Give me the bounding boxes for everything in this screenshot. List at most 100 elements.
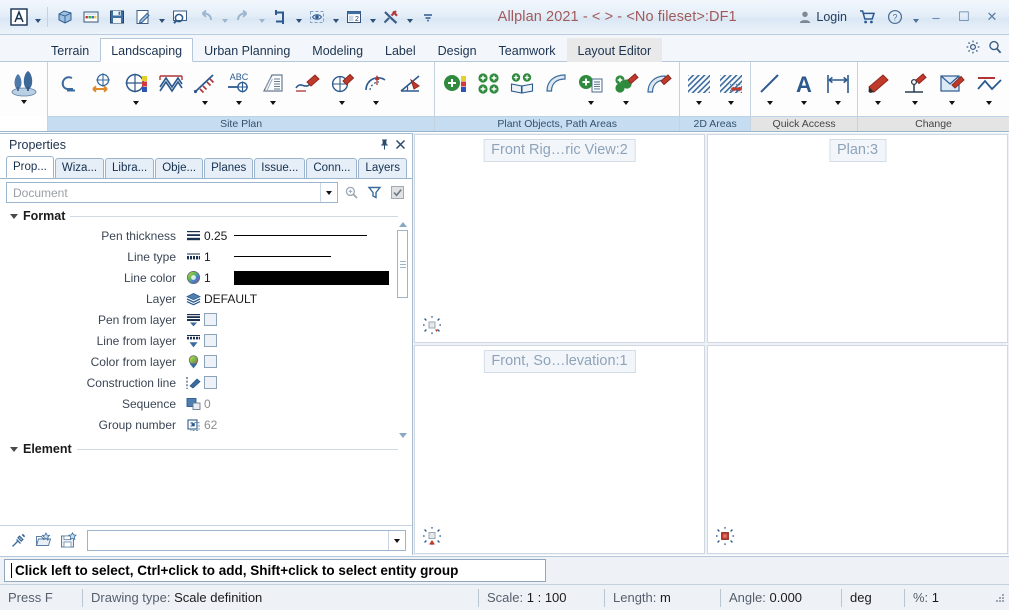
checkbox[interactable] xyxy=(204,334,217,347)
building-site-button[interactable] xyxy=(256,65,290,110)
tab-connect[interactable]: Conn... xyxy=(306,158,358,178)
abc-label-button[interactable]: ABC xyxy=(222,65,256,110)
refresh-dropdown-icon[interactable] xyxy=(293,4,304,30)
plant-list-button[interactable] xyxy=(574,65,608,110)
tab-landscaping[interactable]: Landscaping xyxy=(100,38,194,62)
allplan-logo-icon[interactable] xyxy=(6,4,32,30)
chevron-down-icon[interactable] xyxy=(388,531,405,550)
angle-unit[interactable]: deg xyxy=(842,585,904,610)
refresh-icon[interactable] xyxy=(267,4,293,30)
building-caret-icon[interactable] xyxy=(269,99,276,109)
undo-icon[interactable] xyxy=(193,4,219,30)
hatching-button[interactable] xyxy=(683,65,715,110)
modify-symbol-button[interactable] xyxy=(325,65,359,110)
section-caret-icon[interactable] xyxy=(201,99,208,109)
length-unit[interactable]: Length: m xyxy=(605,585,720,610)
pattern-fill-caret-icon[interactable] xyxy=(728,99,735,109)
tab-library[interactable]: Libra... xyxy=(105,158,155,178)
property-row-construction-line[interactable]: Construction line xyxy=(0,372,412,393)
viewport-elevation[interactable]: Front, So…levation:1 xyxy=(414,345,705,554)
tab-objects[interactable]: Obje... xyxy=(155,158,204,178)
viewport-free[interactable] xyxy=(707,345,1008,554)
property-row-pen-thickness[interactable]: Pen thickness 0.25 xyxy=(0,225,412,246)
edit-document-icon[interactable] xyxy=(130,4,156,30)
property-row-group-number[interactable]: Group number 62 xyxy=(0,414,412,435)
tools-dropdown-icon[interactable] xyxy=(404,4,415,30)
modify-format-caret-icon[interactable] xyxy=(949,99,955,109)
modify-arc-caret-icon[interactable] xyxy=(372,99,379,109)
checkbox[interactable] xyxy=(204,355,217,368)
scrollbar-thumb[interactable] xyxy=(397,230,408,298)
compass-red-triangle-icon[interactable] xyxy=(422,526,442,546)
help-circle-icon[interactable]: ? xyxy=(882,6,908,28)
text-tool-caret-icon[interactable] xyxy=(801,99,808,109)
abc-label-caret-icon[interactable] xyxy=(235,99,242,109)
modify-plant-button[interactable] xyxy=(609,65,643,110)
tab-urban-planning[interactable]: Urban Planning xyxy=(193,38,301,62)
customize-qat-icon[interactable] xyxy=(415,4,441,30)
eraser-button[interactable] xyxy=(861,65,895,110)
tab-modeling[interactable]: Modeling xyxy=(301,38,374,62)
color-palette-icon[interactable] xyxy=(78,4,104,30)
modify-arc-button[interactable] xyxy=(359,65,393,110)
shopping-cart-icon[interactable] xyxy=(854,6,880,28)
property-row-layer[interactable]: Layer DEFAULT xyxy=(0,288,412,309)
checkbox[interactable] xyxy=(204,313,217,326)
search-input[interactable]: Document xyxy=(6,182,338,203)
tools-icon[interactable] xyxy=(378,4,404,30)
text-tool-button[interactable]: A xyxy=(788,65,820,110)
properties-scrollbar[interactable] xyxy=(396,219,409,441)
resize-grip-icon[interactable] xyxy=(993,591,1007,605)
tab-issues[interactable]: Issue... xyxy=(254,158,306,178)
close-icon[interactable] xyxy=(392,137,408,153)
checkbox[interactable] xyxy=(204,376,217,389)
add-plant-button[interactable] xyxy=(438,65,472,110)
new-project-icon[interactable] xyxy=(52,4,78,30)
allplan-menu-dropdown-icon[interactable] xyxy=(32,4,43,30)
scroll-down-arrow-icon[interactable] xyxy=(396,430,409,441)
tab-design[interactable]: Design xyxy=(427,38,488,62)
tab-terrain[interactable]: Terrain xyxy=(40,38,100,62)
modify-plant-caret-icon[interactable] xyxy=(622,99,629,109)
tab-teamwork[interactable]: Teamwork xyxy=(488,38,567,62)
path-area-button[interactable] xyxy=(539,65,573,110)
chevron-down-icon[interactable] xyxy=(320,183,337,202)
maximize-button[interactable]: ☐ xyxy=(951,6,977,28)
minimize-button[interactable]: – xyxy=(923,6,949,28)
section-header-element[interactable]: Element xyxy=(0,435,412,458)
scrollbar-track[interactable] xyxy=(396,230,409,430)
symbol-color-button[interactable] xyxy=(119,65,153,110)
terrain-curve-button[interactable] xyxy=(51,65,85,110)
pin-icon[interactable] xyxy=(376,137,392,153)
symbol-color-caret-icon[interactable] xyxy=(132,99,139,109)
tab-wizards[interactable]: Wiza... xyxy=(54,158,105,178)
contour-lines-button[interactable] xyxy=(154,65,188,110)
compass-grey-icon[interactable] xyxy=(422,315,442,335)
redo-dropdown-icon[interactable] xyxy=(256,4,267,30)
plant-list-caret-icon[interactable] xyxy=(587,99,594,109)
filter-funnel-icon[interactable] xyxy=(364,182,384,203)
dimension-line-button[interactable] xyxy=(822,65,854,110)
zoom-preview-icon[interactable] xyxy=(167,4,193,30)
command-input[interactable]: Click left to select, Ctrl+click to add,… xyxy=(4,559,546,582)
property-row-color-from-layer[interactable]: Color from layer xyxy=(0,351,412,372)
visibility-icon[interactable] xyxy=(304,4,330,30)
modify-point-button[interactable] xyxy=(898,65,932,110)
search-magnifier-icon[interactable] xyxy=(987,39,1003,58)
collapse-triangle-icon[interactable] xyxy=(10,446,18,452)
open-favorite-icon[interactable] xyxy=(33,530,54,551)
percent[interactable]: %: 1 xyxy=(905,585,947,610)
modify-symbol-caret-icon[interactable] xyxy=(338,99,345,109)
section-line-button[interactable] xyxy=(188,65,222,110)
favorite-combo[interactable] xyxy=(87,530,406,551)
tab-layout-editor[interactable]: Layout Editor xyxy=(566,38,663,62)
hatching-caret-icon[interactable] xyxy=(696,99,703,109)
help-dropdown-icon[interactable] xyxy=(910,4,921,30)
tab-planes[interactable]: Planes xyxy=(204,158,254,178)
tab-layers[interactable]: Layers xyxy=(358,158,407,178)
zoom-icon[interactable] xyxy=(341,182,361,203)
dimension-caret-icon[interactable] xyxy=(835,99,842,109)
viewport-isometric[interactable]: Front Rig…ric View:2 xyxy=(414,134,705,343)
login-button[interactable]: Login xyxy=(793,5,852,29)
property-row-line-from-layer[interactable]: Line from layer xyxy=(0,330,412,351)
